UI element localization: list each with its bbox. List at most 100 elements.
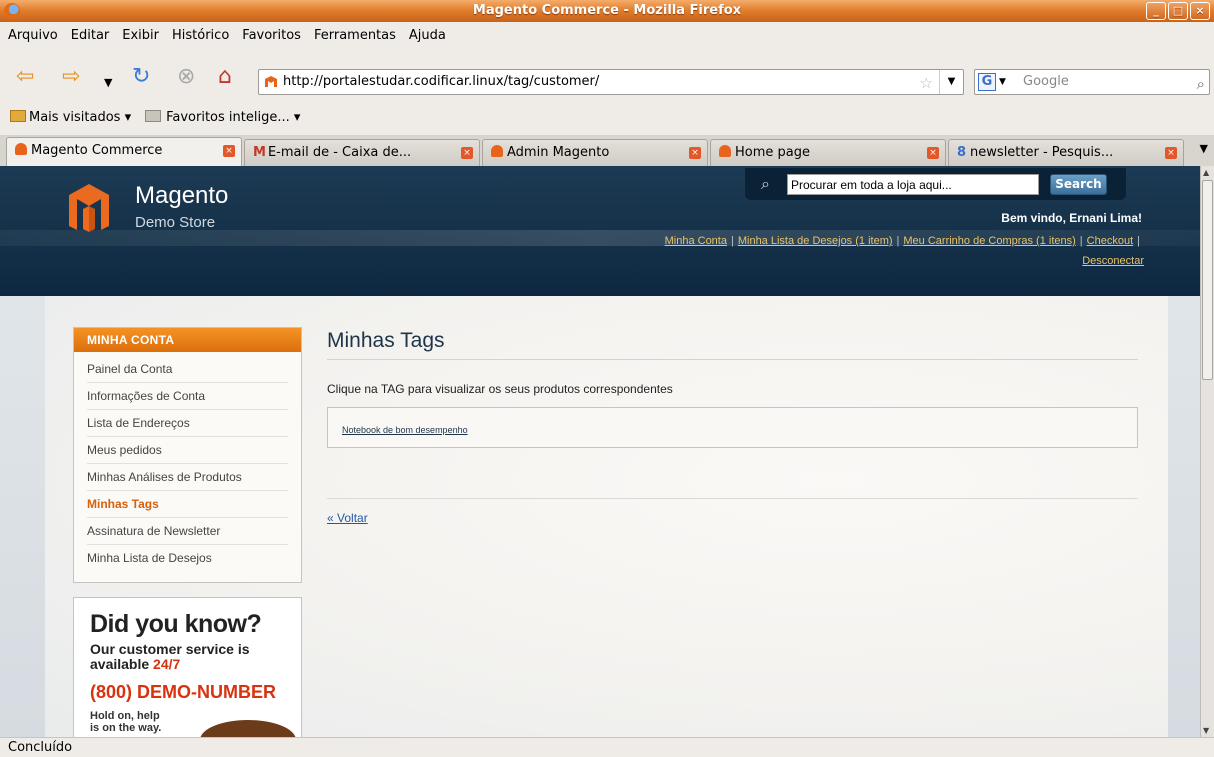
menu-exibir[interactable]: Exibir [122,28,159,43]
store-search-button[interactable]: Search [1050,174,1107,195]
store-logo-subtitle: Demo Store [135,214,216,231]
menu-ferramentas[interactable]: Ferramentas [314,28,396,43]
scroll-down-icon[interactable]: ▼ [1203,726,1209,735]
menu-historico[interactable]: Histórico [172,28,229,43]
promo-headline: Did you know? [90,610,262,638]
window-title: Magento Commerce - Mozilla Firefox [472,3,742,18]
tab-magento-commerce[interactable]: Magento Commerce × [6,137,242,166]
link-minha-conta[interactable]: Minha Conta [665,235,727,247]
magento-favicon-icon [15,143,27,155]
history-dropdown-icon[interactable]: ▼ [104,72,112,94]
close-tab-icon[interactable]: × [1165,147,1177,159]
promo-highlight: 24/7 [153,656,181,672]
stop-icon[interactable]: ⊗ [177,66,195,88]
sidebar-item-enderecos[interactable]: Lista de Endereços [87,410,288,437]
folder-icon [145,110,162,122]
link-checkout[interactable]: Checkout [1087,235,1133,247]
menu-arquivo[interactable]: Arquivo [8,28,58,43]
back-arrow-icon[interactable]: ⇦ [16,66,34,88]
home-icon[interactable]: ⌂ [218,66,232,88]
store-header: Magento Demo Store ⌕ Search Bem vindo, E… [0,166,1200,296]
content-divider [327,498,1138,499]
tab-newsletter-search[interactable]: 8 newsletter - Pesquis... × [948,139,1184,166]
tags-intro-text: Clique na TAG para visualizar os seus pr… [327,382,673,396]
window-controls: _ □ × [1146,2,1210,20]
page-scrollbar[interactable]: ▲ ▼ [1200,166,1214,737]
sidebar-item-painel[interactable]: Painel da Conta [87,356,288,383]
back-link[interactable]: « Voltar [327,511,368,525]
engine-dropdown-icon[interactable]: ▼ [999,70,1006,94]
sidebar-item-tags: Minhas Tags [87,491,288,518]
google-search-icon: 8 [957,145,967,160]
menu-editar[interactable]: Editar [71,28,110,43]
url-dropdown-icon[interactable]: ▼ [939,70,963,94]
tab-list-dropdown-icon[interactable]: ▼ [1200,142,1208,155]
magento-logo-icon[interactable] [67,182,111,232]
tags-content: Minhas Tags Clique na TAG para visualiza… [327,327,1138,525]
search-icon: ⌕ [761,174,770,193]
store-search-input[interactable] [787,174,1039,195]
support-people-image [200,720,296,737]
account-sidebar: MINHA CONTA Painel da Conta Informações … [73,327,302,583]
close-tab-icon[interactable]: × [927,147,939,159]
sidebar-title: MINHA CONTA [74,328,301,352]
promo-phone: (800) DEMO-NUMBER [90,682,277,702]
bookmarks-toolbar: Mais visitados ▾ Favoritos intelige... ▾ [0,100,1214,136]
store-search-bar: ⌕ Search [745,168,1126,200]
close-tab-icon[interactable]: × [461,147,473,159]
sidebar-item-pedidos[interactable]: Meus pedidos [87,437,288,464]
back-link-row: « Voltar [327,511,1138,525]
url-text: http://portalestudar.codificar.linux/tag… [283,74,600,89]
magento-favicon-icon [265,76,277,87]
google-engine-icon[interactable]: G [978,73,996,91]
sidebar-item-analises[interactable]: Minhas Análises de Produtos [87,464,288,491]
bookmark-star-icon[interactable]: ☆ [920,71,933,95]
tab-home-page[interactable]: Home page × [710,139,946,166]
close-tab-icon[interactable]: × [689,147,701,159]
minimize-button[interactable]: _ [1146,2,1166,20]
menu-bar: Arquivo Editar Exibir Histórico Favorito… [0,22,1214,48]
tab-email[interactable]: M E-mail de - Caixa de... × [244,139,480,166]
page-title: Minhas Tags [327,327,1138,360]
close-tab-icon[interactable]: × [223,145,235,157]
bookmark-most-visited[interactable]: Mais visitados ▾ [10,110,131,125]
link-lista-desejos[interactable]: Minha Lista de Desejos (1 item) [738,235,893,247]
bookmark-smart-favorites[interactable]: Favoritos intelige... ▾ [145,110,300,125]
sidebar-menu: Painel da Conta Informações de Conta Lis… [74,352,301,572]
account-links: Minha Conta | Minha Lista de Desejos (1 it… [664,235,1144,267]
gmail-icon: M [253,145,266,160]
magento-favicon-icon [719,145,731,157]
scroll-up-icon[interactable]: ▲ [1203,168,1209,177]
web-search-placeholder: Google [1023,74,1069,89]
reload-icon[interactable]: ↻ [132,66,150,88]
sidebar-item-desejos[interactable]: Minha Lista de Desejos [87,545,288,572]
menu-ajuda[interactable]: Ajuda [409,28,446,43]
menu-favoritos[interactable]: Favoritos [242,28,301,43]
customer-service-banner[interactable]: Did you know? Our customer service is av… [73,597,302,737]
store-logo-name: Magento [135,182,229,209]
welcome-message: Bem vindo, Ernani Lima! [1001,211,1142,225]
tab-bar: Magento Commerce × M E-mail de - Caixa de… [0,136,1214,166]
scrollbar-thumb[interactable] [1202,180,1213,380]
bookmarks-folder-icon [10,110,26,122]
magento-favicon-icon [491,145,503,157]
promo-note: Hold on, help is on the way. [90,710,162,734]
link-carrinho[interactable]: Meu Carrinho de Compras (1 itens) [903,235,1075,247]
forward-arrow-icon[interactable]: ⇨ [62,66,80,88]
page-viewport: Magento Demo Store ⌕ Search Bem vindo, E… [0,166,1200,737]
close-window-button[interactable]: × [1190,2,1210,20]
window-title-bar: Magento Commerce - Mozilla Firefox _ □ × [0,0,1214,22]
link-desconectar[interactable]: Desconectar [1082,255,1144,267]
maximize-button[interactable]: □ [1168,2,1188,20]
promo-text: Our customer service is available 24/7 [90,641,250,672]
web-search-box[interactable]: G ▼ Google ⌕ [974,69,1210,95]
tab-admin-magento[interactable]: Admin Magento × [482,139,708,166]
status-text: Concluído [8,740,73,755]
sidebar-item-newsletter[interactable]: Assinatura de Newsletter [87,518,288,545]
tag-link[interactable]: Notebook de bom desempenho [342,425,468,435]
firefox-icon [4,3,20,19]
search-icon[interactable]: ⌕ [1197,72,1205,96]
tag-cloud-box: Notebook de bom desempenho [327,407,1138,448]
sidebar-item-informacoes[interactable]: Informações de Conta [87,383,288,410]
url-bar[interactable]: http://portalestudar.codificar.linux/tag… [258,69,964,95]
